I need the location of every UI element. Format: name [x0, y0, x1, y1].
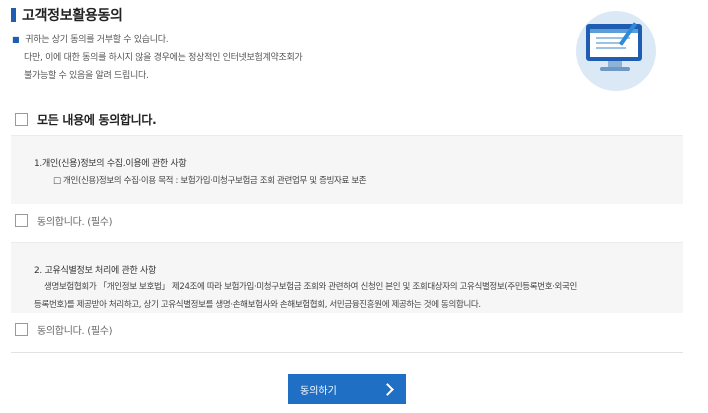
clause2-body-line: 등록번호)를 제공받아 처리하고, 상기 고유식별정보를 생명·손해보험사와 손…: [34, 300, 481, 310]
clause1-checkbox[interactable]: [15, 214, 28, 227]
clause2-body-line: 생명보험협회가 「개인정보 보호법」 제24조에 따라 보험가입·미청구보험금 …: [44, 282, 577, 292]
divider: [11, 352, 683, 353]
clause2-checkbox[interactable]: [15, 323, 28, 336]
clause1-title: 1.개인(신용)정보의 수집.이용에 관한 사항: [34, 159, 187, 169]
page-title: 고객정보활용동의: [22, 8, 123, 24]
clause2-agree-row[interactable]: 동의합니다. (필수): [15, 322, 113, 337]
agree-all-label[interactable]: 모든 내용에 동의합니다.: [37, 111, 157, 128]
chevron-right-icon: [381, 382, 394, 396]
clause1-item: □ 개인(신용)정보의 수집·이용 목적 : 보험가입·미청구보험금 조회 관련…: [53, 176, 367, 186]
notice-line: 불가능할 수 있음을 알려 드립니다.: [24, 71, 149, 81]
clause1-agree-label[interactable]: 동의합니다. (필수): [37, 213, 113, 228]
monitor-base: [600, 67, 630, 71]
clause2-title: 2. 고유식별정보 처리에 관한 사항: [34, 266, 156, 276]
refusal-notice: ■ 귀하는 상기 동의를 거부할 수 있습니다. 다만, 이에 대한 동의를 하시…: [12, 31, 303, 85]
clause2-agree-label[interactable]: 동의합니다. (필수): [37, 322, 113, 337]
clause1-box: 1.개인(신용)정보의 수집.이용에 관한 사항 □ 개인(신용)정보의 수집·…: [11, 135, 683, 204]
notice-line: ■ 귀하는 상기 동의를 거부할 수 있습니다.: [12, 35, 169, 45]
agree-all-checkbox[interactable]: [15, 113, 28, 126]
clause2-box: 2. 고유식별정보 처리에 관한 사항 생명보험협회가 「개인정보 보호법」 제…: [11, 242, 683, 313]
submit-label: 동의하기: [300, 385, 337, 397]
notice-line: 다만, 이에 대한 동의를 하시지 않을 경우에는 정상적인 인터넷보험계약조회…: [24, 53, 303, 63]
bullet-icon: ■: [12, 35, 20, 44]
title-accent-bar: [11, 8, 16, 22]
agree-submit-button[interactable]: 동의하기: [288, 374, 406, 404]
monitor-icon: [586, 24, 642, 61]
agree-all-row[interactable]: 모든 내용에 동의합니다.: [15, 111, 157, 128]
section-header: 고객정보활용동의: [11, 5, 123, 25]
monitor-pen-icon: [576, 11, 656, 91]
clause1-agree-row[interactable]: 동의합니다. (필수): [15, 213, 113, 228]
